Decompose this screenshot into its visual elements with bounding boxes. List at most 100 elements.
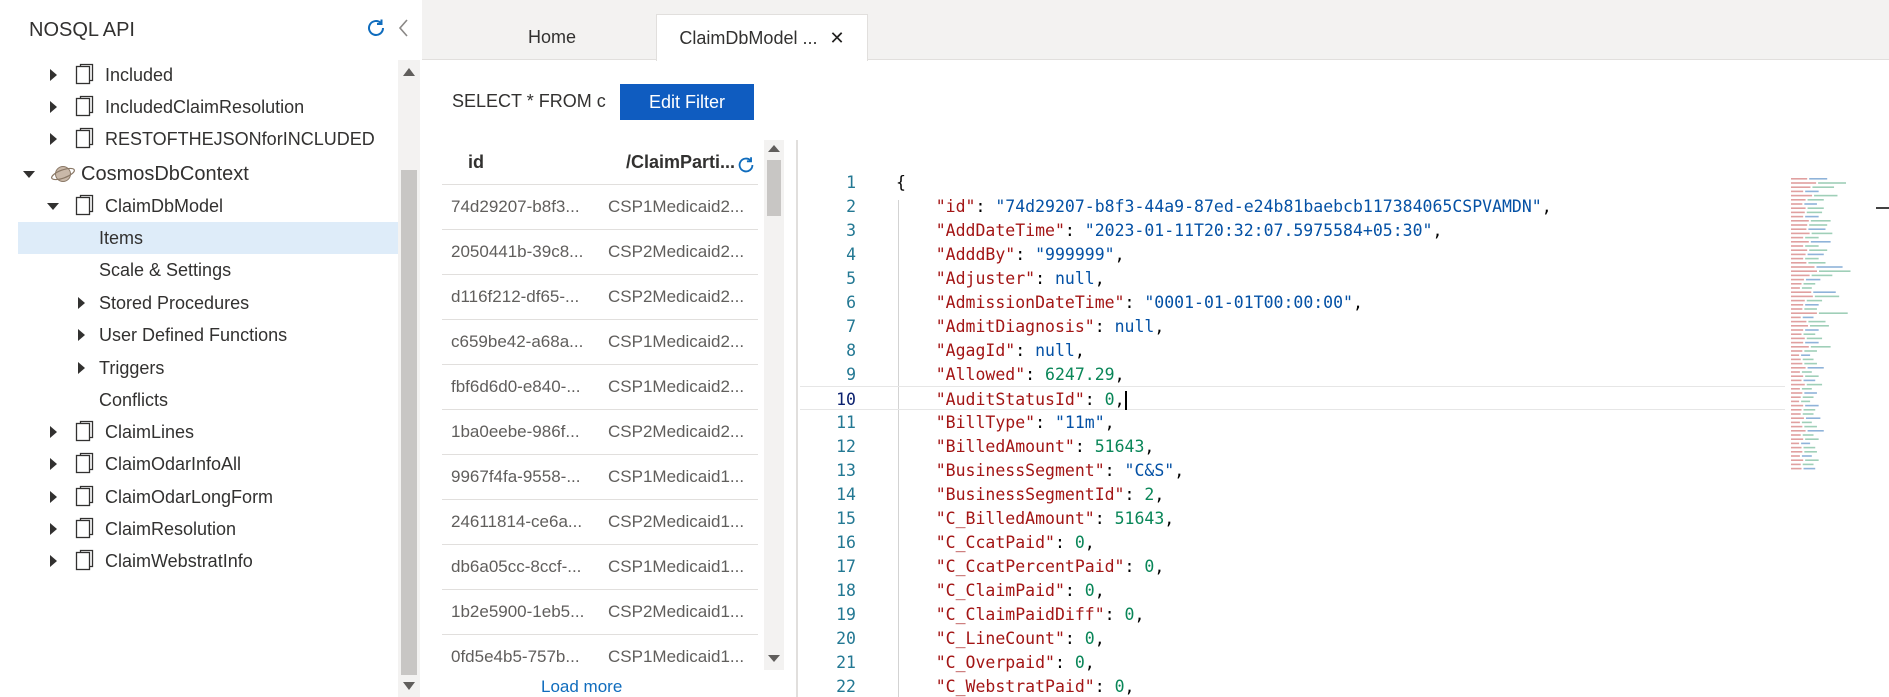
minimap-line	[1791, 362, 1803, 365]
tree-item-claimresolution[interactable]: ClaimResolution	[18, 513, 398, 545]
minimap-line	[1791, 413, 1801, 415]
minimap-line	[1807, 367, 1824, 369]
cell-partition-key: CSP2Medicaid2...	[608, 422, 745, 441]
code-text: "AdmitDiagnosis": null,	[896, 317, 1165, 336]
caret-right-icon[interactable]	[46, 457, 60, 471]
column-header-partition-key[interactable]: /ClaimParti...	[626, 152, 735, 173]
editor-minimap[interactable]	[1785, 176, 1871, 476]
scrollbar-thumb[interactable]	[401, 170, 417, 675]
code-token: "AddDateTime"	[935, 221, 1065, 240]
code-text: "BillType": "11m",	[896, 413, 1115, 432]
code-token: :	[1064, 221, 1085, 240]
grid-scrollbar[interactable]	[764, 140, 784, 670]
scroll-up-icon[interactable]	[403, 68, 415, 76]
tree-item-includedclaimresolution[interactable]: IncludedClaimResolution	[18, 91, 398, 123]
tree-item-scale-settings[interactable]: Scale & Settings	[18, 254, 398, 286]
code-token: "2023-01-11T20:32:07.5975584+05:30"	[1084, 221, 1433, 240]
cell-partition-key: CSP1Medicaid1...	[608, 467, 745, 486]
tree-item-items[interactable]: Items	[18, 222, 398, 254]
tree-item-claimdbmodel[interactable]: ClaimDbModel	[18, 190, 398, 222]
table-row[interactable]: d116f212-df65-... CSP2Medicaid2...	[442, 274, 758, 319]
tree-item-stored-procedures[interactable]: Stored Procedures	[18, 287, 398, 319]
refresh-icon[interactable]	[735, 154, 757, 176]
code-token: ,	[1094, 269, 1105, 288]
tree-scrollbar[interactable]	[398, 60, 420, 697]
code-token: ,	[1174, 461, 1185, 480]
caret-right-icon[interactable]	[46, 554, 60, 568]
caret-down-icon[interactable]	[22, 167, 36, 181]
tree-item-claimwebstratinfo[interactable]: ClaimWebstratInfo	[18, 545, 398, 577]
caret-right-icon[interactable]	[46, 425, 60, 439]
document-icon	[75, 95, 97, 119]
editor-line: 20 "C_LineCount": 0,	[800, 626, 1889, 650]
table-row[interactable]: 24611814-ce6a... CSP2Medicaid1...	[442, 499, 758, 544]
caret-right-icon[interactable]	[74, 361, 88, 375]
minimap-line	[1791, 215, 1804, 218]
minimap-line	[1791, 295, 1813, 298]
scrollbar-thumb[interactable]	[767, 160, 781, 216]
tree-item-claimodarinfoall[interactable]: ClaimOdarInfoAll	[18, 448, 398, 480]
table-row[interactable]: 0fd5e4b5-757b... CSP1Medicaid1...	[442, 634, 758, 679]
code-token: :	[1084, 390, 1105, 409]
planet-icon	[50, 161, 76, 187]
table-row[interactable]: 9967f4fa-9558-... CSP1Medicaid1...	[442, 454, 758, 499]
code-token: "C_Overpaid"	[935, 653, 1055, 672]
cell-id: 74d29207-b8f3...	[451, 197, 580, 216]
caret-right-icon[interactable]	[46, 490, 60, 504]
table-row[interactable]: 74d29207-b8f3... CSP1Medicaid2...	[442, 184, 758, 229]
minimap-line	[1803, 467, 1816, 470]
line-number: 7	[846, 317, 856, 336]
chevron-left-icon[interactable]	[396, 16, 412, 40]
tab-home[interactable]: Home	[452, 14, 652, 60]
editor-line: 10 "AuditStatusId": 0,	[800, 386, 1785, 410]
table-row[interactable]: 1ba0eebe-986f... CSP2Medicaid2...	[442, 409, 758, 454]
column-header-id[interactable]: id	[468, 152, 484, 173]
minimap-line	[1791, 430, 1806, 432]
code-token: ,	[1104, 413, 1115, 432]
caret-down-icon[interactable]	[46, 199, 60, 213]
table-row[interactable]: db6a05cc-8ccf-... CSP1Medicaid1...	[442, 544, 758, 589]
code-token: ,	[1114, 390, 1125, 409]
table-row[interactable]: 1b2e5900-1eb5... CSP2Medicaid1...	[442, 589, 758, 634]
table-row[interactable]: c659be42-a68a... CSP1Medicaid2...	[442, 319, 758, 364]
editor-line: 2 "id": "74d29207-b8f3-44a9-87ed-e24b81b…	[800, 194, 1889, 218]
tree-item-included[interactable]: Included	[18, 60, 398, 91]
code-token: :	[1015, 245, 1036, 264]
load-more-link[interactable]: Load more	[541, 677, 622, 697]
tree-item-user-defined-functions[interactable]: User Defined Functions	[18, 319, 398, 351]
scroll-up-icon[interactable]	[768, 145, 780, 152]
minimap-slider[interactable]	[1876, 207, 1889, 209]
table-row[interactable]: 2050441b-39c8... CSP2Medicaid2...	[442, 229, 758, 274]
tab-label: Home	[527, 26, 576, 47]
caret-right-icon[interactable]	[46, 68, 60, 82]
code-text: "C_LineCount": 0,	[896, 629, 1105, 648]
tree-item-triggers[interactable]: Triggers	[18, 352, 398, 384]
api-title: NOSQL API	[29, 19, 135, 41]
minimap-line	[1801, 455, 1812, 457]
edit-filter-button[interactable]: Edit Filter	[620, 84, 754, 120]
cell-partition-key: CSP1Medicaid2...	[608, 197, 745, 216]
pane-splitter[interactable]	[796, 140, 798, 697]
editor-line: 13 "BusinessSegment": "C&S",	[800, 458, 1889, 482]
tree-item-restofthejsonforincluded[interactable]: RESTOFTHEJSONforINCLUDED	[18, 123, 398, 155]
scroll-down-icon[interactable]	[768, 655, 780, 662]
tree-item-conflicts[interactable]: Conflicts	[18, 384, 398, 416]
table-row[interactable]: fbf6d6d0-e840-... CSP1Medicaid2...	[442, 364, 758, 409]
tree-item-claimlines[interactable]: ClaimLines	[18, 416, 398, 448]
refresh-icon[interactable]	[364, 16, 388, 40]
cell-id: 2050441b-39c8...	[451, 242, 584, 261]
tab-claimdbmodel-items[interactable]: ClaimDbModel ... ✕	[656, 14, 868, 61]
caret-right-icon[interactable]	[74, 328, 88, 342]
tree-item-cosmosdbcontext[interactable]: CosmosDbContext	[18, 158, 398, 190]
caret-right-icon[interactable]	[74, 296, 88, 310]
scroll-down-icon[interactable]	[403, 682, 415, 690]
caret-right-icon[interactable]	[46, 522, 60, 536]
code-token: :	[1035, 269, 1055, 288]
code-token: null	[1114, 317, 1155, 336]
caret-right-icon[interactable]	[46, 132, 60, 146]
close-icon[interactable]: ✕	[829, 28, 844, 49]
caret-right-icon[interactable]	[46, 100, 60, 114]
tree-item-claimodarlongform[interactable]: ClaimOdarLongForm	[18, 481, 398, 513]
json-editor[interactable]: 1{2 "id": "74d29207-b8f3-44a9-87ed-e24b8…	[800, 170, 1889, 697]
code-token: :	[1015, 341, 1036, 360]
